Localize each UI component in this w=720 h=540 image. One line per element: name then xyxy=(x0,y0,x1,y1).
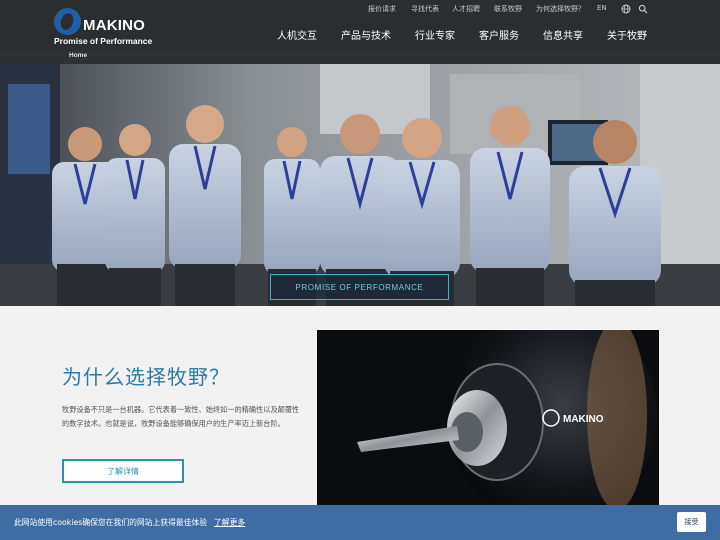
search-icon[interactable] xyxy=(638,4,648,14)
cookie-accept-button[interactable]: 接受 xyxy=(677,512,706,532)
logo-tagline: Promise of Performance xyxy=(54,36,153,46)
logo-wordmark: MAKINO xyxy=(83,17,146,34)
nav-service[interactable]: 客户服务 xyxy=(479,27,519,42)
learn-more-button[interactable]: 了解详情 xyxy=(62,459,184,483)
hero-photo xyxy=(0,64,720,306)
utility-link-careers[interactable]: 人才招聘 xyxy=(452,4,480,14)
language-switch[interactable]: EN xyxy=(597,4,607,12)
site-header: MAKINO Promise of Performance 报价请求 寻找代表 … xyxy=(0,0,720,50)
breadcrumb-home[interactable]: Home xyxy=(69,52,87,59)
cookie-banner: 此网站使用cookies确保您在我们的网站上获得最佳体验 了解更多 xyxy=(0,505,720,540)
utility-link-find-rep[interactable]: 寻找代表 xyxy=(411,4,439,14)
nav-hmi[interactable]: 人机交互 xyxy=(277,27,317,42)
utility-link-quote[interactable]: 报价请求 xyxy=(368,4,396,14)
utility-link-why-makino[interactable]: 为何选择牧野？ xyxy=(536,4,585,14)
cookie-learn-more-link[interactable]: 了解更多 xyxy=(214,517,245,528)
breadcrumb: Home xyxy=(0,50,720,64)
why-makino-title: 为什么选择牧野？ xyxy=(62,365,230,389)
makino-logo-icon xyxy=(54,8,81,35)
globe-icon[interactable] xyxy=(621,4,631,14)
nav-about[interactable]: 关于牧野 xyxy=(607,27,647,42)
nav-products[interactable]: 产品与技术 xyxy=(341,27,391,42)
nav-info[interactable]: 信息共享 xyxy=(543,27,583,42)
makino-logo[interactable]: MAKINO Promise of Performance xyxy=(54,6,154,46)
spindle-product-image: MAKINO xyxy=(317,330,659,508)
cookie-message: 此网站使用cookies确保您在我们的网站上获得最佳体验 xyxy=(14,518,208,527)
promise-of-performance-button[interactable]: PROMISE OF PERFORMANCE xyxy=(270,274,449,300)
hero-banner xyxy=(0,64,720,306)
why-makino-body: 牧野设备不只是一台机器。它代表着一致性、始终如一的精确性以及颠覆性的数字技术。也… xyxy=(62,405,300,428)
spindle-brand-label: MAKINO xyxy=(563,414,604,425)
utility-link-contact[interactable]: 联系牧野 xyxy=(494,4,522,14)
nav-industry[interactable]: 行业专家 xyxy=(415,27,455,42)
